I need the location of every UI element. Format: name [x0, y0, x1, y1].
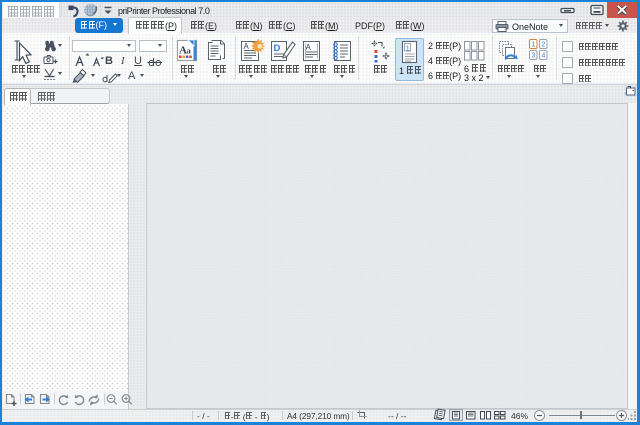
svg-text:4: 4	[542, 53, 546, 60]
svg-text:A: A	[244, 42, 250, 51]
svg-text:D: D	[274, 43, 281, 54]
svg-text:1: 1	[532, 42, 536, 49]
svg-text:A: A	[306, 43, 312, 52]
svg-text:1: 1	[406, 46, 410, 53]
svg-text:2: 2	[542, 42, 546, 49]
svg-text:3: 3	[532, 53, 536, 60]
